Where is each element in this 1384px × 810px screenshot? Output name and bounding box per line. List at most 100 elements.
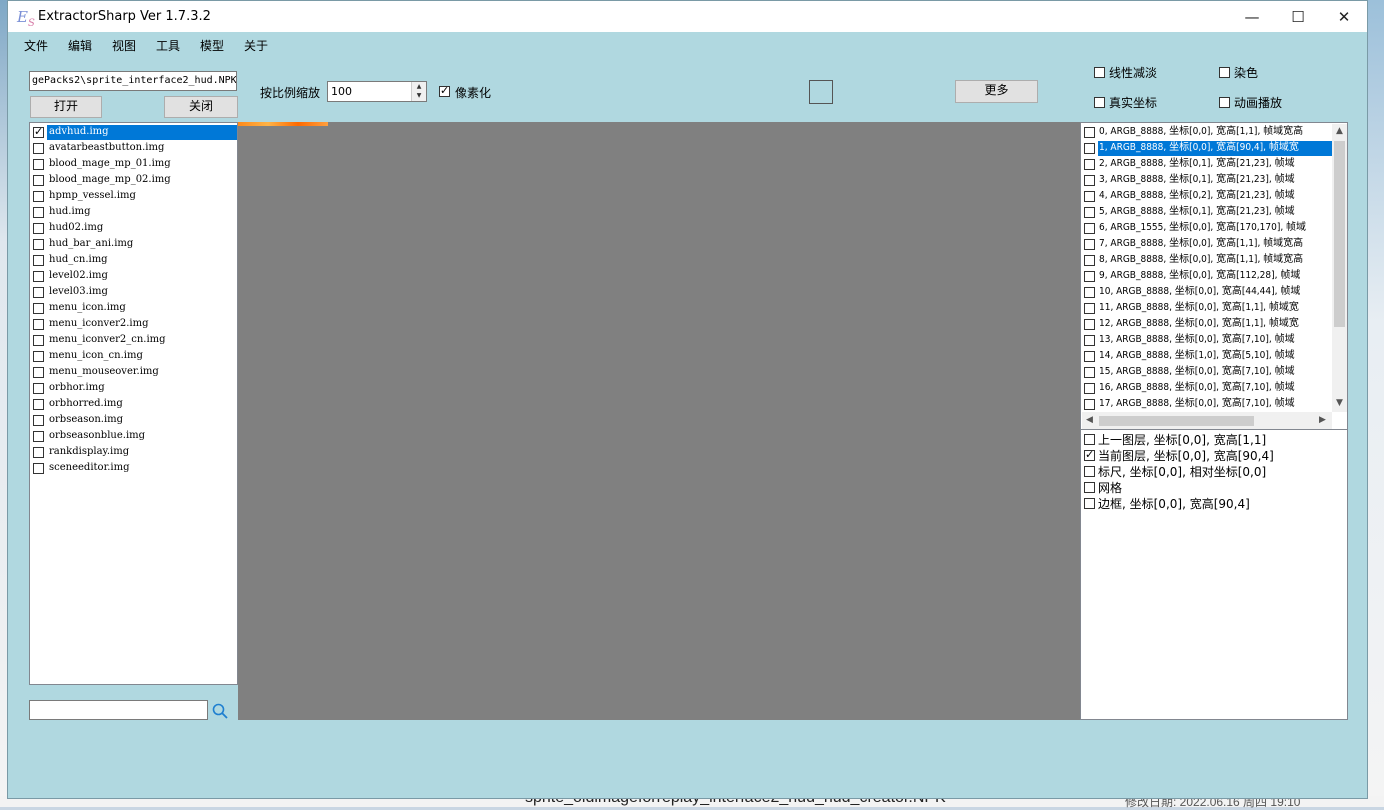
- file-checkbox[interactable]: [33, 255, 44, 266]
- list-item[interactable]: avatarbeastbutton.img: [30, 140, 237, 156]
- close-file-button[interactable]: 关闭: [164, 96, 238, 118]
- list-item[interactable]: hud.img: [30, 204, 237, 220]
- scale-stepper[interactable]: 100 ▲ ▼: [327, 81, 427, 102]
- menu-about[interactable]: 关于: [244, 37, 268, 54]
- list-item[interactable]: menu_icon_cn.img: [30, 348, 237, 364]
- close-window-button[interactable]: ✕: [1321, 1, 1367, 32]
- table-row[interactable]: 13, ARGB_8888, 坐标[0,0], 宽高[7,10], 帧域: [1081, 332, 1333, 348]
- list-item[interactable]: blood_mage_mp_02.img: [30, 172, 237, 188]
- file-checkbox[interactable]: [33, 463, 44, 474]
- menu-view[interactable]: 视图: [112, 37, 136, 54]
- file-checkbox[interactable]: [33, 143, 44, 154]
- dye-option[interactable]: 染色: [1219, 64, 1258, 81]
- maximize-button[interactable]: ☐: [1275, 1, 1321, 32]
- real-coords-option[interactable]: 真实坐标: [1094, 94, 1157, 111]
- table-row[interactable]: 7, ARGB_8888, 坐标[0,0], 宽高[1,1], 帧域宽高: [1081, 236, 1333, 252]
- file-checkbox[interactable]: [33, 415, 44, 426]
- layer-item[interactable]: 网格: [1084, 479, 1122, 495]
- frame-checkbox[interactable]: [1084, 351, 1095, 362]
- table-row[interactable]: 0, ARGB_8888, 坐标[0,0], 宽高[1,1], 帧域宽高: [1081, 124, 1333, 140]
- img-file-list[interactable]: advhud.img avatarbeastbutton.img blood_mag…: [29, 122, 238, 685]
- file-checkbox[interactable]: [33, 191, 44, 202]
- table-row[interactable]: 6, ARGB_1555, 坐标[0,0], 宽高[170,170], 帧域: [1081, 220, 1333, 236]
- table-row[interactable]: 8, ARGB_8888, 坐标[0,0], 宽高[1,1], 帧域宽高: [1081, 252, 1333, 268]
- table-row[interactable]: 10, ARGB_8888, 坐标[0,0], 宽高[44,44], 帧域: [1081, 284, 1333, 300]
- table-row[interactable]: 12, ARGB_8888, 坐标[0,0], 宽高[1,1], 帧域宽: [1081, 316, 1333, 332]
- frame-checkbox[interactable]: [1084, 159, 1095, 170]
- list-item[interactable]: menu_iconver2.img: [30, 316, 237, 332]
- file-checkbox[interactable]: [33, 223, 44, 234]
- layer-checkbox[interactable]: [1084, 482, 1095, 493]
- linear-fade-option[interactable]: 线性减淡: [1094, 64, 1157, 81]
- file-checkbox[interactable]: [33, 383, 44, 394]
- title-bar[interactable]: ES ExtractorSharp Ver 1.7.3.2 — ☐ ✕: [8, 1, 1367, 32]
- table-row[interactable]: 9, ARGB_8888, 坐标[0,0], 宽高[112,28], 帧域: [1081, 268, 1333, 284]
- vertical-scroll-thumb[interactable]: [1334, 141, 1345, 327]
- frame-checkbox[interactable]: [1084, 223, 1095, 234]
- list-item[interactable]: menu_iconver2_cn.img: [30, 332, 237, 348]
- scroll-left-icon[interactable]: ◀: [1086, 415, 1093, 425]
- preview-canvas[interactable]: [238, 122, 1080, 720]
- table-row[interactable]: 4, ARGB_8888, 坐标[0,2], 宽高[21,23], 帧域: [1081, 188, 1333, 204]
- layer-checkbox[interactable]: [1084, 434, 1095, 445]
- search-input[interactable]: [29, 700, 208, 720]
- frame-list[interactable]: 17, ARGB_8888, 坐标[0,0], 宽高[7,10], 帧域 16, …: [1080, 122, 1348, 430]
- frame-checkbox[interactable]: [1084, 207, 1095, 218]
- chevron-down-icon[interactable]: ▼: [417, 92, 422, 99]
- list-item[interactable]: rankdisplay.img: [30, 444, 237, 460]
- table-row[interactable]: 5, ARGB_8888, 坐标[0,1], 宽高[21,23], 帧域: [1081, 204, 1333, 220]
- frame-checkbox[interactable]: [1084, 175, 1095, 186]
- list-item[interactable]: orbseasonblue.img: [30, 428, 237, 444]
- chevron-up-icon[interactable]: ▲: [417, 83, 422, 90]
- list-item[interactable]: orbhorred.img: [30, 396, 237, 412]
- file-checkbox[interactable]: [33, 447, 44, 458]
- animation-checkbox[interactable]: [1219, 97, 1230, 108]
- frame-checkbox[interactable]: [1084, 239, 1095, 250]
- list-item[interactable]: orbhor.img: [30, 380, 237, 396]
- frame-checkbox[interactable]: [1084, 127, 1095, 138]
- frame-checkbox[interactable]: [1084, 383, 1095, 394]
- file-checkbox[interactable]: [33, 207, 44, 218]
- file-checkbox[interactable]: [33, 367, 44, 378]
- file-checkbox[interactable]: [33, 335, 44, 346]
- table-row[interactable]: 3, ARGB_8888, 坐标[0,1], 宽高[21,23], 帧域: [1081, 172, 1333, 188]
- file-checkbox[interactable]: [33, 287, 44, 298]
- file-checkbox[interactable]: [33, 351, 44, 362]
- table-row[interactable]: 14, ARGB_8888, 坐标[1,0], 宽高[5,10], 帧域: [1081, 348, 1333, 364]
- frame-checkbox[interactable]: [1084, 271, 1095, 282]
- list-item[interactable]: menu_icon.img: [30, 300, 237, 316]
- list-item[interactable]: sceneeditor.img: [30, 460, 237, 476]
- frame-checkbox[interactable]: [1084, 191, 1095, 202]
- table-row[interactable]: 1, ARGB_8888, 坐标[0,0], 宽高[90,4], 帧域宽: [1081, 140, 1333, 156]
- file-checkbox[interactable]: [33, 125, 44, 138]
- list-item[interactable]: hpmp_vessel.img: [30, 188, 237, 204]
- layer-item[interactable]: 上一图层, 坐标[0,0], 宽高[1,1]: [1084, 431, 1266, 447]
- file-checkbox[interactable]: [33, 303, 44, 314]
- stepper-arrows[interactable]: ▲ ▼: [411, 82, 426, 101]
- dye-checkbox[interactable]: [1219, 67, 1230, 78]
- frame-checkbox[interactable]: [1084, 303, 1095, 314]
- menu-model[interactable]: 模型: [200, 37, 224, 54]
- minimize-button[interactable]: —: [1229, 1, 1275, 32]
- list-item[interactable]: blood_mage_mp_01.img: [30, 156, 237, 172]
- file-checkbox[interactable]: [33, 399, 44, 410]
- list-item[interactable]: level02.img: [30, 268, 237, 284]
- open-button[interactable]: 打开: [30, 96, 102, 118]
- list-item[interactable]: hud_bar_ani.img: [30, 236, 237, 252]
- file-checkbox[interactable]: [33, 319, 44, 330]
- layer-item[interactable]: 当前图层, 坐标[0,0], 宽高[90,4]: [1084, 447, 1274, 463]
- layer-item[interactable]: 标尺, 坐标[0,0], 相对坐标[0,0]: [1084, 463, 1266, 479]
- frame-checkbox[interactable]: [1084, 367, 1095, 378]
- layer-checkbox[interactable]: [1084, 498, 1095, 509]
- file-checkbox[interactable]: [33, 239, 44, 250]
- list-item[interactable]: orbseason.img: [30, 412, 237, 428]
- list-item[interactable]: advhud.img: [30, 124, 237, 140]
- table-row[interactable]: 2, ARGB_8888, 坐标[0,1], 宽高[21,23], 帧域: [1081, 156, 1333, 172]
- file-checkbox[interactable]: [33, 431, 44, 442]
- table-row[interactable]: 15, ARGB_8888, 坐标[0,0], 宽高[7,10], 帧域: [1081, 364, 1333, 380]
- frame-checkbox[interactable]: [1084, 335, 1095, 346]
- table-row[interactable]: 16, ARGB_8888, 坐标[0,0], 宽高[7,10], 帧域: [1081, 380, 1333, 396]
- scroll-up-icon[interactable]: ▲: [1336, 126, 1343, 136]
- npk-path-input[interactable]: gePacks2\sprite_interface2_hud.NPK: [29, 71, 237, 91]
- menu-file[interactable]: 文件: [24, 37, 48, 54]
